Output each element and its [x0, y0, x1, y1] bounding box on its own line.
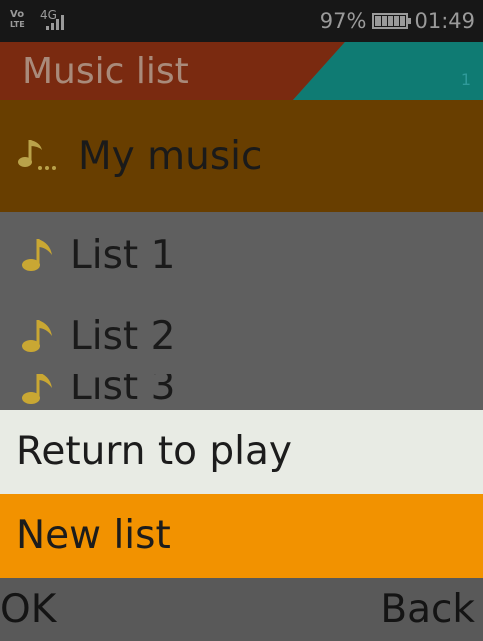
ok-softkey[interactable]: OK: [0, 578, 56, 641]
menu-item-return-to-play[interactable]: Return to play: [0, 410, 483, 494]
list-item-my-music[interactable]: My music: [0, 100, 483, 212]
list-item-label: List 1: [70, 232, 176, 278]
list-item-label: My music: [78, 133, 263, 179]
list-item-list-1[interactable]: List 1: [0, 212, 483, 298]
menu-item-new-list[interactable]: New list: [0, 494, 483, 578]
music-note-icon: [22, 320, 52, 352]
music-folder-icon: [18, 140, 56, 170]
music-note-icon: [22, 239, 52, 271]
page-title: Music list: [22, 51, 189, 92]
list-item-label: List 3: [70, 374, 176, 409]
softkey-bar: OK Back: [0, 578, 483, 641]
status-bar: Vo LTE 4G 97% 01:49: [0, 0, 483, 42]
battery-percent: 97%: [319, 9, 367, 33]
list-item-list-2[interactable]: List 2: [0, 298, 483, 374]
battery-icon: [372, 13, 412, 29]
status-right: 97% 01:49: [320, 6, 475, 36]
title-bar: Music list 1: [0, 42, 483, 100]
options-menu: Return to play New list: [0, 410, 483, 578]
page-number: 1: [460, 70, 471, 89]
list-item-list-3[interactable]: List 3: [0, 374, 483, 410]
volte-top-label: Vo: [10, 9, 25, 20]
back-softkey[interactable]: Back: [380, 578, 475, 641]
clock: 01:49: [414, 9, 475, 33]
list-item-label: List 2: [70, 313, 176, 359]
music-note-icon: [22, 374, 52, 404]
status-left: Vo LTE 4G: [10, 8, 110, 36]
volte-icon: Vo LTE: [10, 10, 25, 30]
volte-bottom-label: LTE: [10, 20, 25, 29]
signal-icon: [46, 14, 64, 30]
